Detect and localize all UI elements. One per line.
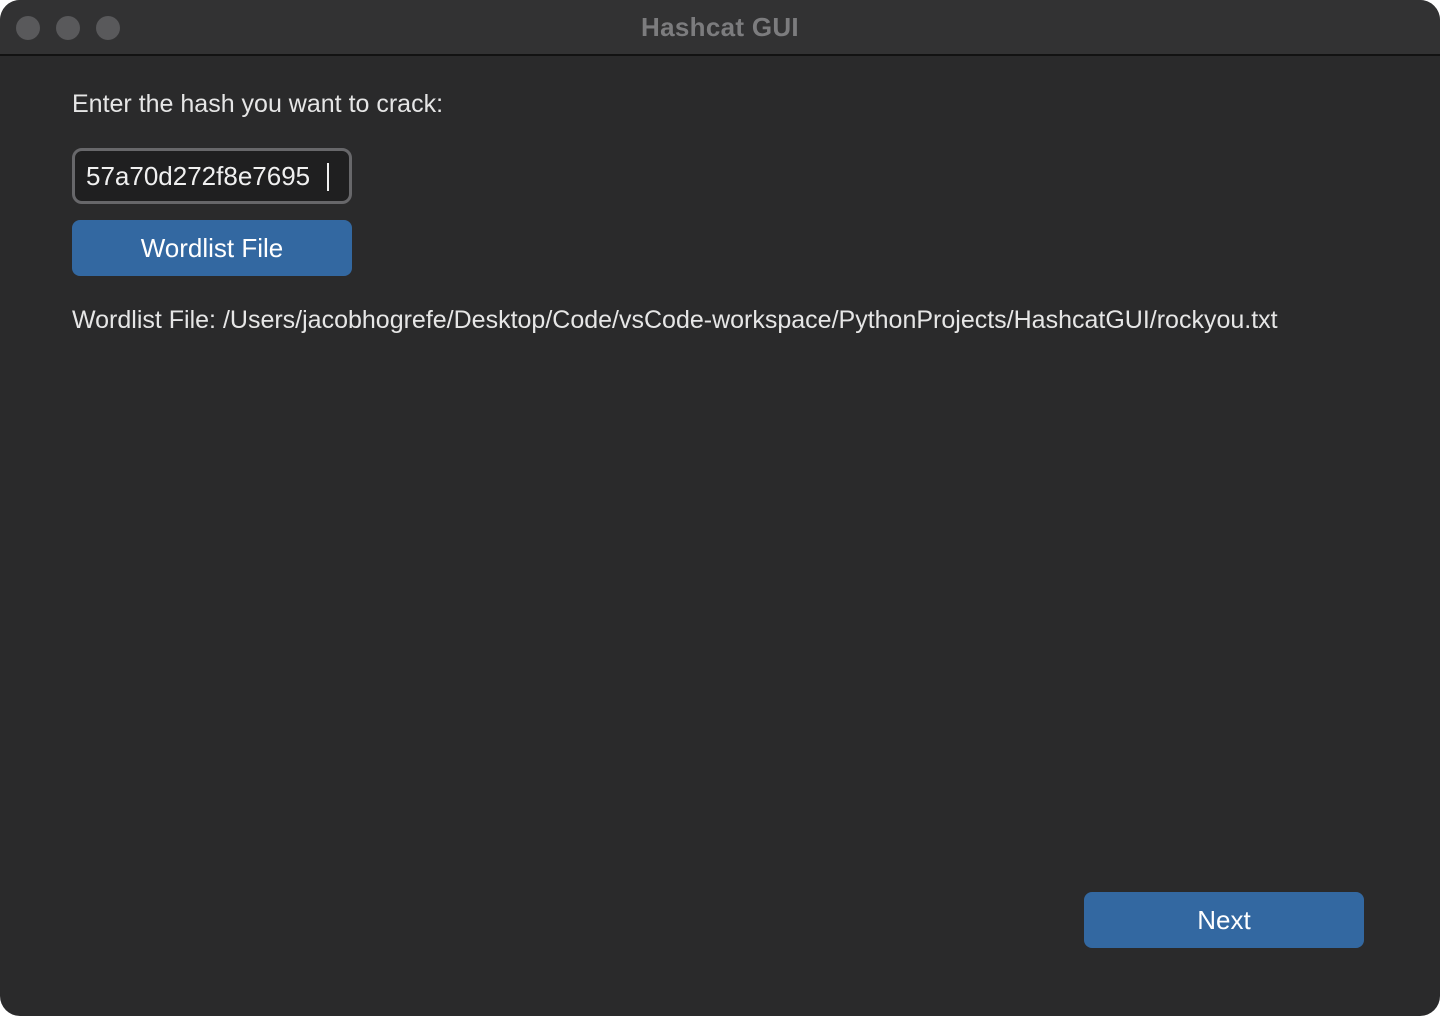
hash-prompt-label: Enter the hash you want to crack: <box>72 90 444 118</box>
title-bar[interactable]: Hashcat GUI <box>0 0 1440 56</box>
app-window: Hashcat GUI Enter the hash you want to c… <box>0 0 1440 1016</box>
main-content: Enter the hash you want to crack: Wordli… <box>0 56 1440 1016</box>
next-button[interactable]: Next <box>1084 892 1364 948</box>
text-caret <box>327 163 329 191</box>
wordlist-file-button[interactable]: Wordlist File <box>72 220 352 276</box>
window-title: Hashcat GUI <box>641 12 799 42</box>
wordlist-path-label: Wordlist File: /Users/jacobhogrefe/Deskt… <box>72 306 1278 334</box>
hash-input[interactable] <box>72 148 352 204</box>
